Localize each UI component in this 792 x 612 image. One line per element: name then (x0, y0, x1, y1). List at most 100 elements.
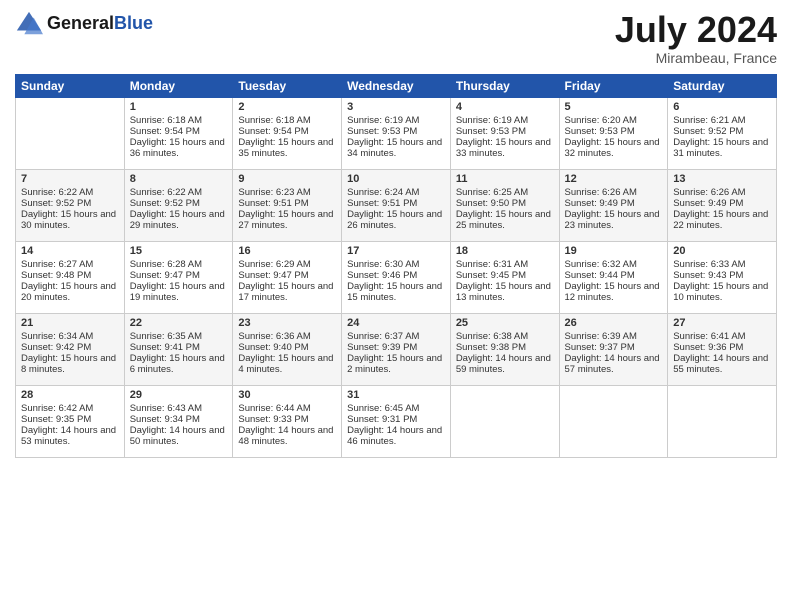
daylight-text: Daylight: 14 hours and 50 minutes. (130, 425, 228, 447)
calendar-cell: 7 Sunrise: 6:22 AMSunset: 9:52 PMDaylight… (16, 169, 125, 241)
day-number: 17 (347, 245, 445, 257)
sunrise-text: Sunrise: 6:26 AM (673, 187, 771, 198)
day-number: 21 (21, 317, 119, 329)
sunrise-text: Sunrise: 6:19 AM (456, 115, 554, 126)
sunset-text: Sunset: 9:51 PM (238, 198, 336, 209)
sunrise-text: Sunrise: 6:34 AM (21, 331, 119, 342)
sunrise-text: Sunrise: 6:38 AM (456, 331, 554, 342)
month-title: July 2024 (615, 10, 777, 50)
sunrise-text: Sunrise: 6:22 AM (21, 187, 119, 198)
day-number: 31 (347, 389, 445, 401)
sunrise-text: Sunrise: 6:39 AM (565, 331, 663, 342)
sunrise-text: Sunrise: 6:30 AM (347, 259, 445, 270)
calendar-cell: 20Sunrise: 6:33 AMSunset: 9:43 PMDayligh… (668, 241, 777, 313)
calendar-cell: 23Sunrise: 6:36 AMSunset: 9:40 PMDayligh… (233, 313, 342, 385)
sunrise-text: Sunrise: 6:25 AM (456, 187, 554, 198)
sunset-text: Sunset: 9:52 PM (21, 198, 119, 209)
calendar-cell: 17Sunrise: 6:30 AMSunset: 9:46 PMDayligh… (342, 241, 451, 313)
logo: GeneralBlue (15, 10, 153, 38)
daylight-text: Daylight: 15 hours and 8 minutes. (21, 353, 119, 375)
calendar-cell: 14Sunrise: 6:27 AMSunset: 9:48 PMDayligh… (16, 241, 125, 313)
calendar-cell: 9Sunrise: 6:23 AMSunset: 9:51 PMDaylight… (233, 169, 342, 241)
daylight-text: Daylight: 15 hours and 6 minutes. (130, 353, 228, 375)
daylight-text: Daylight: 15 hours and 4 minutes. (238, 353, 336, 375)
sunset-text: Sunset: 9:40 PM (238, 342, 336, 353)
sunrise-text: Sunrise: 6:35 AM (130, 331, 228, 342)
day-number: 5 (565, 101, 663, 113)
calendar-cell: 22Sunrise: 6:35 AMSunset: 9:41 PMDayligh… (124, 313, 233, 385)
calendar-cell: 25Sunrise: 6:38 AMSunset: 9:38 PMDayligh… (450, 313, 559, 385)
sunset-text: Sunset: 9:49 PM (565, 198, 663, 209)
logo-blue: Blue (114, 13, 153, 33)
col-sunday: Sunday (16, 74, 125, 97)
sunset-text: Sunset: 9:47 PM (238, 270, 336, 281)
day-number: 15 (130, 245, 228, 257)
day-number: 16 (238, 245, 336, 257)
daylight-text: Daylight: 15 hours and 26 minutes. (347, 209, 445, 231)
sunset-text: Sunset: 9:38 PM (456, 342, 554, 353)
daylight-text: Daylight: 15 hours and 30 minutes. (21, 209, 119, 231)
sunset-text: Sunset: 9:53 PM (347, 126, 445, 137)
sunrise-text: Sunrise: 6:28 AM (130, 259, 228, 270)
col-thursday: Thursday (450, 74, 559, 97)
day-number: 4 (456, 101, 554, 113)
calendar-cell: 28Sunrise: 6:42 AMSunset: 9:35 PMDayligh… (16, 385, 125, 457)
sunset-text: Sunset: 9:39 PM (347, 342, 445, 353)
calendar-cell: 6Sunrise: 6:21 AMSunset: 9:52 PMDaylight… (668, 97, 777, 169)
daylight-text: Daylight: 15 hours and 20 minutes. (21, 281, 119, 303)
sunset-text: Sunset: 9:43 PM (673, 270, 771, 281)
sunset-text: Sunset: 9:37 PM (565, 342, 663, 353)
calendar-cell: 4Sunrise: 6:19 AMSunset: 9:53 PMDaylight… (450, 97, 559, 169)
daylight-text: Daylight: 15 hours and 12 minutes. (565, 281, 663, 303)
sunset-text: Sunset: 9:52 PM (130, 198, 228, 209)
sunrise-text: Sunrise: 6:32 AM (565, 259, 663, 270)
calendar-cell: 5Sunrise: 6:20 AMSunset: 9:53 PMDaylight… (559, 97, 668, 169)
calendar-week-2: 14Sunrise: 6:27 AMSunset: 9:48 PMDayligh… (16, 241, 777, 313)
sunrise-text: Sunrise: 6:21 AM (673, 115, 771, 126)
daylight-text: Daylight: 15 hours and 35 minutes. (238, 137, 336, 159)
sunset-text: Sunset: 9:33 PM (238, 414, 336, 425)
calendar-cell: 26Sunrise: 6:39 AMSunset: 9:37 PMDayligh… (559, 313, 668, 385)
daylight-text: Daylight: 14 hours and 55 minutes. (673, 353, 771, 375)
logo-general: General (47, 13, 114, 33)
sunset-text: Sunset: 9:51 PM (347, 198, 445, 209)
sunrise-text: Sunrise: 6:26 AM (565, 187, 663, 198)
sunset-text: Sunset: 9:44 PM (565, 270, 663, 281)
sunrise-text: Sunrise: 6:18 AM (238, 115, 336, 126)
calendar-container: GeneralBlue July 2024 Mirambeau, France … (0, 0, 792, 612)
col-monday: Monday (124, 74, 233, 97)
daylight-text: Daylight: 15 hours and 36 minutes. (130, 137, 228, 159)
day-number: 26 (565, 317, 663, 329)
col-friday: Friday (559, 74, 668, 97)
calendar-week-0: 1Sunrise: 6:18 AMSunset: 9:54 PMDaylight… (16, 97, 777, 169)
calendar-cell: 21Sunrise: 6:34 AMSunset: 9:42 PMDayligh… (16, 313, 125, 385)
day-number: 9 (238, 173, 336, 185)
daylight-text: Daylight: 15 hours and 29 minutes. (130, 209, 228, 231)
calendar-week-3: 21Sunrise: 6:34 AMSunset: 9:42 PMDayligh… (16, 313, 777, 385)
sunset-text: Sunset: 9:54 PM (130, 126, 228, 137)
day-number: 25 (456, 317, 554, 329)
calendar-cell: 8Sunrise: 6:22 AMSunset: 9:52 PMDaylight… (124, 169, 233, 241)
col-wednesday: Wednesday (342, 74, 451, 97)
sunset-text: Sunset: 9:49 PM (673, 198, 771, 209)
title-block: July 2024 Mirambeau, France (615, 10, 777, 66)
calendar-cell: 3Sunrise: 6:19 AMSunset: 9:53 PMDaylight… (342, 97, 451, 169)
sunset-text: Sunset: 9:36 PM (673, 342, 771, 353)
sunset-text: Sunset: 9:41 PM (130, 342, 228, 353)
sunset-text: Sunset: 9:52 PM (673, 126, 771, 137)
sunrise-text: Sunrise: 6:20 AM (565, 115, 663, 126)
calendar-cell: 1Sunrise: 6:18 AMSunset: 9:54 PMDaylight… (124, 97, 233, 169)
daylight-text: Daylight: 15 hours and 10 minutes. (673, 281, 771, 303)
day-number: 18 (456, 245, 554, 257)
daylight-text: Daylight: 15 hours and 33 minutes. (456, 137, 554, 159)
daylight-text: Daylight: 15 hours and 15 minutes. (347, 281, 445, 303)
sunrise-text: Sunrise: 6:45 AM (347, 403, 445, 414)
day-number: 7 (21, 173, 119, 185)
header: GeneralBlue July 2024 Mirambeau, France (15, 10, 777, 66)
calendar-cell: 29Sunrise: 6:43 AMSunset: 9:34 PMDayligh… (124, 385, 233, 457)
sunrise-text: Sunrise: 6:22 AM (130, 187, 228, 198)
sunrise-text: Sunrise: 6:18 AM (130, 115, 228, 126)
sunrise-text: Sunrise: 6:23 AM (238, 187, 336, 198)
daylight-text: Daylight: 15 hours and 25 minutes. (456, 209, 554, 231)
calendar-cell: 10Sunrise: 6:24 AMSunset: 9:51 PMDayligh… (342, 169, 451, 241)
